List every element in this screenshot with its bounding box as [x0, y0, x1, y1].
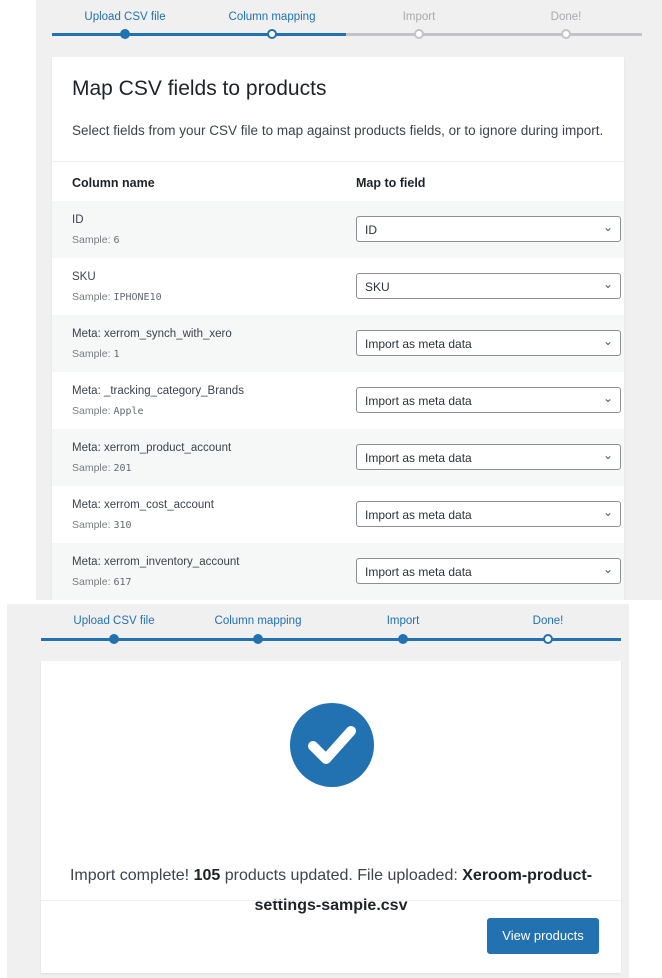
field-select[interactable]: Import as meta data ⌄ — [356, 501, 621, 527]
chevron-down-icon: ⌄ — [602, 562, 613, 576]
step-done: Done! — [532, 615, 564, 627]
field-select[interactable]: Import as meta data ⌄ — [356, 387, 621, 413]
row-column-name: ID — [72, 214, 84, 226]
progress-steps: Upload CSV file Column mapping Import Do… — [7, 604, 629, 650]
import-done-screen: Upload CSV file Column mapping Import Do… — [7, 604, 629, 978]
row-column-name: Meta: xerrom_synch_with_xero — [72, 328, 232, 340]
chevron-down-icon: ⌄ — [602, 391, 613, 405]
table-row: Meta: xerrom_cost_account Sample: 310 Im… — [52, 486, 624, 543]
table-header: Column name Map to field — [52, 161, 624, 201]
row-sample: Sample: 310 — [72, 519, 132, 531]
field-select[interactable]: SKU ⌄ — [356, 273, 621, 299]
step-done: Done! — [550, 11, 582, 23]
row-sample: Sample: 1 — [72, 348, 120, 360]
card-footer: View products — [41, 900, 621, 973]
uploaded-file-name: Xeroom-product- — [462, 867, 593, 884]
step-dot-done — [543, 634, 553, 644]
table-row: Meta: xerrom_inventory_account Sample: 6… — [52, 543, 624, 600]
row-sample: Sample: Apple — [72, 405, 144, 417]
mapping-card: Map CSV fields to products Select fields… — [52, 57, 624, 600]
column-mapping-screen: Upload CSV file Column mapping Import Do… — [36, 0, 662, 600]
import-complete-card: Import complete! 105 products updated. F… — [41, 661, 621, 973]
step-dot-upload — [109, 634, 119, 644]
chevron-down-icon: ⌄ — [602, 220, 613, 234]
step-dot-import — [414, 29, 424, 39]
field-select[interactable]: Import as meta data ⌄ — [356, 558, 621, 584]
map-to-field-header: Map to field — [356, 176, 426, 190]
row-sample: Sample: 6 — [72, 234, 120, 246]
table-row: SKU Sample: IPHONE10 SKU ⌄ — [52, 258, 624, 315]
chevron-down-icon: ⌄ — [602, 277, 613, 291]
progress-track-complete — [41, 638, 621, 641]
progress-steps: Upload CSV file Column mapping Import Do… — [36, 0, 662, 46]
row-column-name: Meta: xerrom_cost_account — [72, 499, 214, 511]
step-upload-csv: Upload CSV file — [73, 615, 155, 627]
step-column-mapping: Column mapping — [214, 615, 302, 627]
progress-track-complete — [52, 33, 346, 36]
chevron-down-icon: ⌄ — [602, 505, 613, 519]
progress-track-remaining — [346, 33, 642, 36]
step-dot-import — [398, 634, 408, 644]
chevron-down-icon: ⌄ — [602, 334, 613, 348]
step-import: Import — [386, 615, 420, 627]
field-select[interactable]: Import as meta data ⌄ — [356, 330, 621, 356]
step-dot-mapping — [267, 29, 277, 39]
checkmark-icon — [290, 703, 374, 787]
step-dot-mapping — [253, 634, 263, 644]
page-description: Select fields from your CSV file to map … — [72, 123, 604, 138]
chevron-down-icon: ⌄ — [602, 448, 613, 462]
updated-count: 105 — [193, 867, 221, 884]
row-sample: Sample: 201 — [72, 462, 132, 474]
row-column-name: Meta: xerrom_inventory_account — [72, 556, 240, 568]
table-row: Meta: xerrom_product_account Sample: 201… — [52, 429, 624, 486]
table-row: ID Sample: 6 ID ⌄ — [52, 201, 624, 258]
page-title: Map CSV fields to products — [72, 77, 327, 100]
step-upload-csv: Upload CSV file — [84, 11, 166, 23]
row-sample: Sample: IPHONE10 — [72, 291, 162, 303]
field-select[interactable]: ID ⌄ — [356, 216, 621, 242]
step-import: Import — [402, 11, 436, 23]
row-column-name: Meta: xerrom_product_account — [72, 442, 232, 454]
step-column-mapping: Column mapping — [228, 11, 316, 23]
table-row: Meta: _tracking_category_Brands Sample: … — [52, 372, 624, 429]
row-column-name: Meta: _tracking_category_Brands — [72, 385, 244, 397]
row-sample: Sample: 617 — [72, 576, 132, 588]
view-products-button[interactable]: View products — [487, 918, 599, 954]
table-row: Meta: xerrom_synch_with_xero Sample: 1 I… — [52, 315, 624, 372]
column-name-header: Column name — [72, 176, 155, 190]
step-dot-upload — [120, 29, 130, 39]
mapping-table: Column name Map to field ID Sample: 6 ID… — [52, 161, 624, 600]
field-select[interactable]: Import as meta data ⌄ — [356, 444, 621, 470]
row-column-name: SKU — [72, 271, 96, 283]
step-dot-done — [561, 29, 571, 39]
